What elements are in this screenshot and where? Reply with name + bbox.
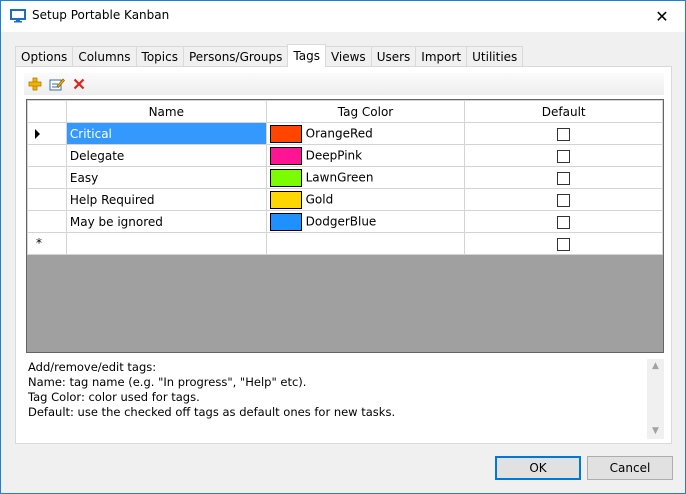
help-text-box: Add/remove/edit tags: Name: tag name (e.… — [26, 359, 664, 439]
row-header[interactable] — [27, 166, 67, 189]
color-swatch — [269, 212, 302, 231]
new-tag-name-cell[interactable] — [65, 232, 267, 255]
close-icon: ✕ — [655, 7, 669, 26]
tab-persons-groups[interactable]: Persons/Groups — [182, 46, 289, 67]
color-swatch — [269, 146, 302, 165]
tags-toolbar — [24, 73, 664, 95]
ok-button[interactable]: OK — [495, 456, 581, 480]
tab-tags[interactable]: Tags — [287, 44, 326, 67]
add-icon — [28, 77, 42, 91]
cancel-button[interactable]: Cancel — [587, 456, 673, 480]
window-title: Setup Portable Kanban — [32, 8, 170, 22]
tag-color-cell[interactable]: DodgerBlue — [265, 210, 466, 233]
edit-icon — [49, 78, 65, 91]
column-header-default[interactable]: Default — [464, 100, 663, 123]
help-line: Name: tag name (e.g. "In progress", "Hel… — [28, 375, 307, 389]
tag-name-cell[interactable]: Easy — [65, 166, 267, 189]
new-tag-color-cell[interactable] — [265, 232, 466, 255]
tab-options[interactable]: Options — [15, 46, 74, 67]
row-header[interactable] — [27, 210, 67, 233]
tags-table: Name Tag Color Default Critical OrangeRe… — [27, 100, 663, 255]
title-bar: Setup Portable Kanban ✕ — [1, 1, 685, 32]
tags-grid: Name Tag Color Default Critical OrangeRe… — [26, 99, 664, 353]
column-header-name[interactable]: Name — [65, 100, 267, 123]
row-header-corner — [27, 100, 67, 123]
tab-topics[interactable]: Topics — [135, 46, 184, 67]
color-swatch — [269, 168, 302, 187]
tag-name-cell[interactable]: Delegate — [65, 144, 267, 167]
new-row-star-icon: * — [36, 236, 42, 250]
row-header[interactable] — [27, 122, 67, 145]
tag-name-cell[interactable]: Help Required — [65, 188, 267, 211]
scroll-up-icon[interactable]: ▲ — [652, 359, 659, 374]
color-name: LawnGreen — [305, 170, 374, 184]
scroll-down-icon[interactable]: ▼ — [652, 424, 659, 439]
color-swatch — [269, 190, 302, 209]
tag-name-cell[interactable]: Critical — [65, 122, 267, 145]
delete-tag-button[interactable] — [68, 73, 90, 95]
table-row[interactable]: May be ignored DodgerBlue — [27, 210, 663, 233]
help-scrollbar[interactable]: ▲ ▼ — [647, 359, 664, 439]
default-checkbox[interactable] — [557, 127, 571, 141]
color-swatch — [269, 124, 302, 143]
tab-users[interactable]: Users — [370, 46, 417, 67]
edit-tag-button[interactable] — [46, 73, 68, 95]
default-checkbox[interactable] — [557, 215, 571, 229]
tag-color-cell[interactable]: LawnGreen — [265, 166, 466, 189]
tags-panel: Name Tag Color Default Critical OrangeRe… — [15, 66, 672, 444]
add-tag-button[interactable] — [24, 73, 46, 95]
tab-utilities[interactable]: Utilities — [466, 46, 524, 67]
default-cell — [464, 188, 663, 211]
default-cell — [464, 210, 663, 233]
setup-window: Setup Portable Kanban ✕ Options Columns … — [0, 0, 686, 494]
default-checkbox[interactable] — [557, 149, 571, 163]
default-checkbox[interactable] — [557, 237, 571, 251]
color-name: Gold — [305, 192, 334, 206]
close-button[interactable]: ✕ — [639, 1, 685, 32]
row-header[interactable]: * — [27, 232, 67, 255]
default-cell — [464, 122, 663, 145]
default-checkbox[interactable] — [557, 193, 571, 207]
table-row[interactable]: Help Required Gold — [27, 188, 663, 211]
color-name: DodgerBlue — [305, 214, 377, 228]
default-checkbox[interactable] — [557, 171, 571, 185]
color-name: DeepPink — [305, 148, 363, 162]
row-header[interactable] — [27, 188, 67, 211]
tab-views[interactable]: Views — [324, 46, 372, 67]
tab-strip: Options Columns Topics Persons/Groups Ta… — [15, 44, 524, 67]
tag-color-cell[interactable]: Gold — [265, 188, 466, 211]
app-icon — [10, 9, 26, 23]
table-row[interactable]: Critical OrangeRed — [27, 122, 663, 145]
new-default-cell — [464, 232, 663, 255]
table-row[interactable]: Delegate DeepPink — [27, 144, 663, 167]
tag-name-cell[interactable]: May be ignored — [65, 210, 267, 233]
table-header-row: Name Tag Color Default — [27, 100, 663, 123]
delete-icon — [73, 78, 85, 90]
column-header-tag-color[interactable]: Tag Color — [265, 100, 466, 123]
tag-color-cell[interactable]: OrangeRed — [265, 122, 466, 145]
help-line: Default: use the checked off tags as def… — [28, 405, 396, 419]
help-line: Tag Color: color used for tags. — [28, 390, 200, 404]
new-row[interactable]: * — [27, 232, 663, 255]
tab-import[interactable]: Import — [415, 46, 468, 67]
current-row-arrow-icon — [35, 129, 40, 139]
row-header[interactable] — [27, 144, 67, 167]
tab-columns[interactable]: Columns — [72, 46, 137, 67]
table-row[interactable]: Easy LawnGreen — [27, 166, 663, 189]
default-cell — [464, 144, 663, 167]
help-line: Add/remove/edit tags: — [28, 360, 157, 374]
default-cell — [464, 166, 663, 189]
color-name: OrangeRed — [305, 126, 373, 140]
tag-color-cell[interactable]: DeepPink — [265, 144, 466, 167]
